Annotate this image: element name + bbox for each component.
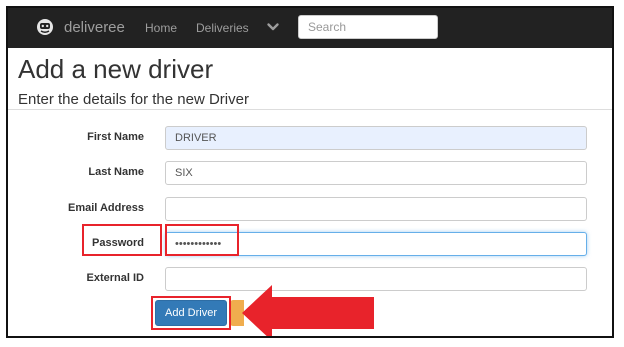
nav-link-deliveries[interactable]: Deliveries: [196, 21, 249, 35]
search-input[interactable]: [298, 15, 438, 39]
divider: [8, 109, 612, 110]
first-name-input[interactable]: [165, 126, 587, 150]
first-name-label: First Name: [87, 131, 144, 143]
add-driver-button[interactable]: Add Driver: [155, 300, 227, 326]
page-title: Add a new driver: [18, 54, 214, 84]
email-address-label: Email Address: [67, 202, 144, 214]
last-name-label: Last Name: [88, 166, 144, 178]
last-name-input[interactable]: [165, 161, 587, 185]
external-id-input[interactable]: [165, 267, 587, 291]
nav-link-home[interactable]: Home: [145, 21, 177, 35]
arrow-icon: [242, 285, 374, 336]
external-id-label: External ID: [86, 272, 144, 284]
chevron-down-icon[interactable]: [266, 20, 280, 34]
navbar: deliveree Home Deliveries: [8, 8, 612, 48]
email-address-input[interactable]: [165, 197, 587, 221]
password-input[interactable]: [165, 232, 587, 256]
brand-name[interactable]: deliveree: [64, 19, 125, 36]
password-label: Password: [92, 237, 144, 249]
avatar-icon[interactable]: [36, 18, 54, 36]
app-window: deliveree Home Deliveries Add a new driv…: [6, 6, 614, 338]
page-subtitle: Enter the details for the new Driver: [18, 91, 249, 108]
